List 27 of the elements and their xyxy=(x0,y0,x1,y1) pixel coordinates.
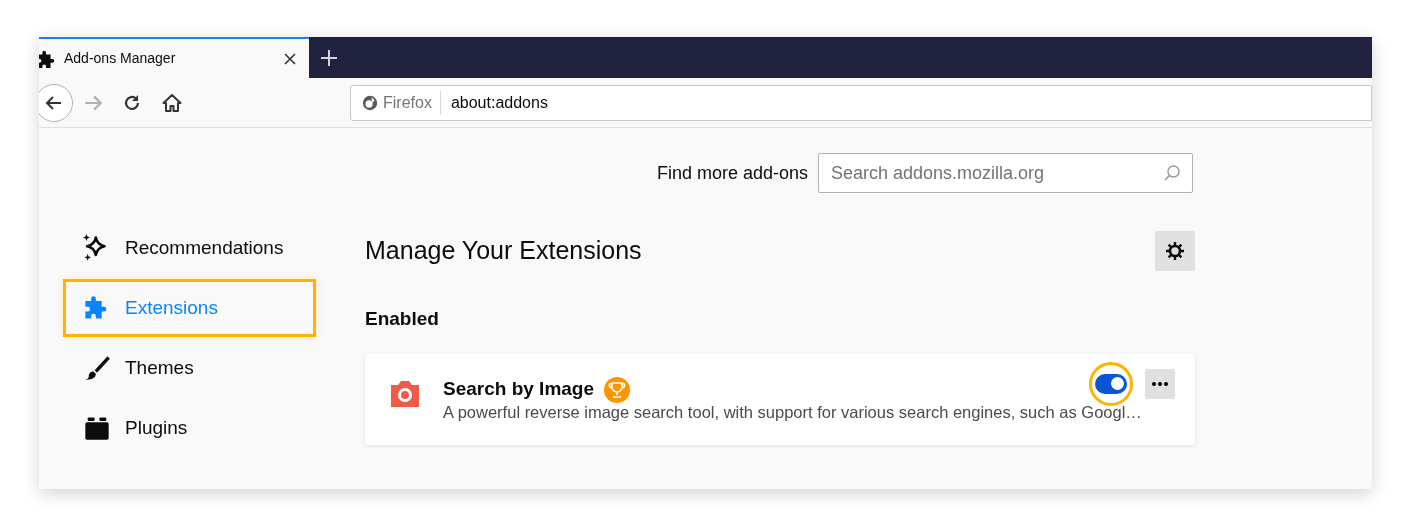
search-icon xyxy=(1163,164,1181,182)
sidebar-item[interactable]: Plugins xyxy=(63,399,316,457)
search-field[interactable]: Search addons.mozilla.org xyxy=(818,153,1193,193)
find-more-label: Find more add-ons xyxy=(656,161,808,185)
brush-icon xyxy=(83,354,111,382)
back-button[interactable] xyxy=(39,83,73,122)
sidebar-item[interactable]: Themes xyxy=(63,339,316,397)
extension-name: Search by Image xyxy=(443,377,595,402)
settings-icon xyxy=(1165,241,1185,261)
extension-description: A powerful reverse image search tool, with support for various search engines, such as Googl… xyxy=(443,401,1143,423)
close-icon[interactable] xyxy=(283,51,297,66)
page-heading: Manage Your Extensions xyxy=(365,235,642,267)
sidebar-item[interactable]: Extensions xyxy=(63,279,316,337)
toggle-switch[interactable] xyxy=(1095,373,1127,394)
new-tab-icon[interactable] xyxy=(319,47,339,68)
puzzle-icon xyxy=(39,48,56,69)
sidebar-item[interactable]: Recommendations xyxy=(63,219,316,277)
browser-tab[interactable]: Add-ons Manager xyxy=(39,37,309,78)
more-options-button[interactable] xyxy=(1145,368,1175,399)
settings-button[interactable] xyxy=(1155,231,1195,271)
home-icon[interactable] xyxy=(162,92,182,113)
address-bar[interactable]: Firefox about:addons xyxy=(350,84,1372,121)
identity-label: Firefox xyxy=(383,90,441,115)
firefox-icon xyxy=(361,93,379,112)
more-icon xyxy=(1152,381,1168,386)
section-heading: Enabled xyxy=(365,307,440,331)
url-text: about:addons xyxy=(450,92,548,113)
